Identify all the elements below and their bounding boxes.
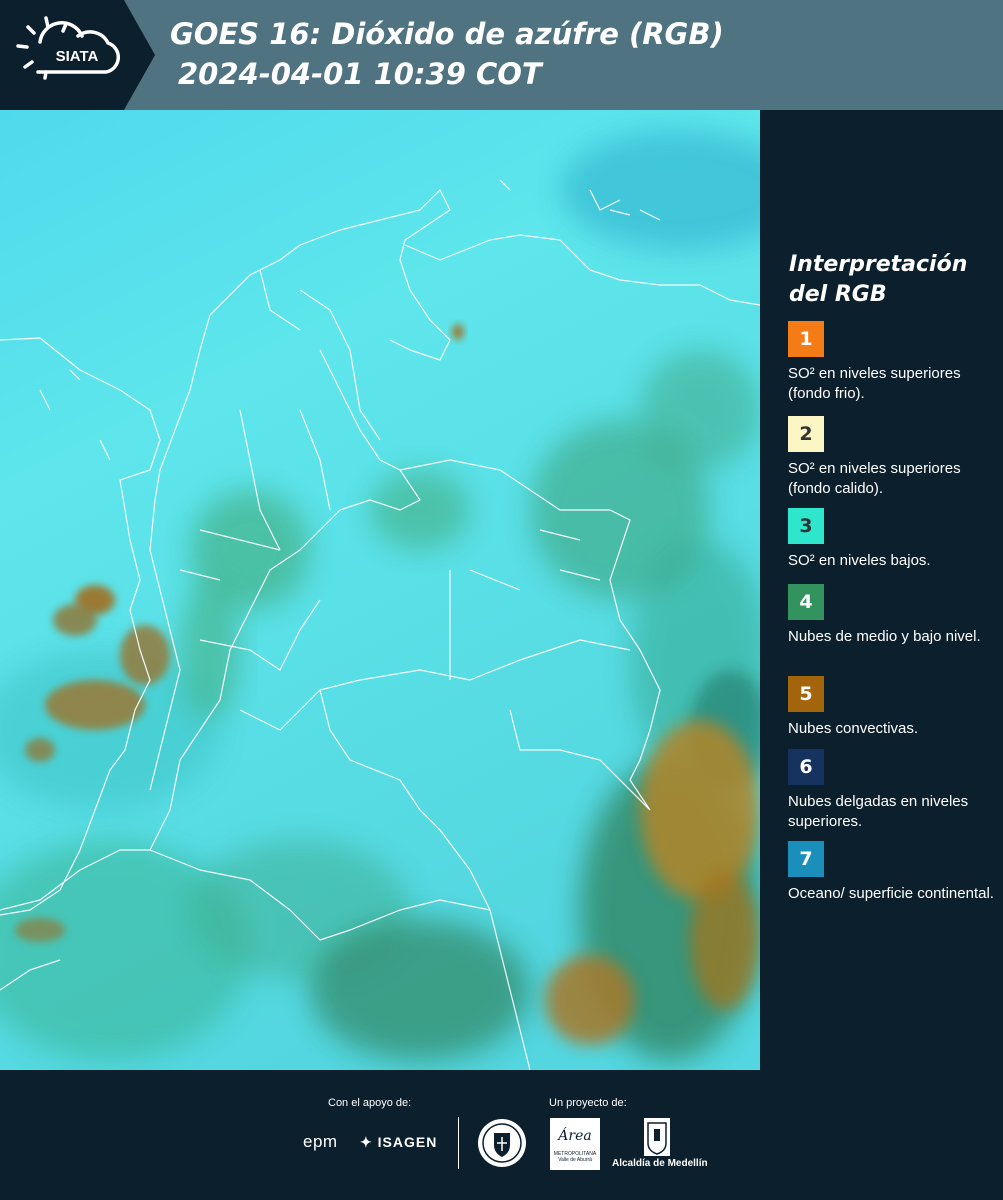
footer: Con el apoyo de: Un proyecto de: epm ✦ I… (0, 1070, 1003, 1200)
legend-item-1: 1 SO² en niveles superiores (fondo frio)… (788, 321, 998, 404)
isagen-icon: ✦ (360, 1134, 373, 1150)
legend-item-6: 6 Nubes delgadas en niveles superiores. (788, 749, 998, 832)
header: SIATA GOES 16: Dióxido de azúfre (RGB) 2… (0, 0, 1003, 110)
legend-label-4: Nubes de medio y bajo nivel. (788, 628, 981, 645)
legend-label-3: SO² en niveles bajos. (788, 552, 931, 569)
legend-title-line-2: del RGB (789, 282, 887, 307)
satellite-map[interactable] (0, 110, 760, 1070)
project-label: Un proyecto de: (549, 1097, 627, 1109)
epm-logo-text: epm (303, 1132, 338, 1151)
area-metropolitana-logo: Área METROPOLITANA Valle de Aburrá (550, 1118, 600, 1170)
isagen-logo-text: ISAGEN (377, 1134, 438, 1150)
area-logo-line-2: Valle de Aburrá (558, 1157, 592, 1163)
legend-title: Interpretación del RGB (789, 250, 967, 310)
siata-logo: SIATA (0, 0, 155, 110)
legend-label-7: Oceano/ superficie continental. (788, 885, 994, 902)
legend-swatch-2: 2 (788, 416, 824, 452)
isagen-logo: ✦ ISAGEN (360, 1134, 437, 1151)
legend-label-6: Nubes delgadas en niveles superiores. (788, 793, 969, 830)
legend-swatch-3: 3 (788, 508, 824, 544)
legend-label-2: SO² en niveles superiores (fondo calido)… (788, 460, 961, 497)
legend-swatch-4: 4 (788, 584, 824, 620)
legend-item-5: 5 Nubes convectivas. (788, 676, 998, 739)
legend-swatch-1: 1 (788, 321, 824, 357)
logo-text: SIATA (56, 48, 99, 65)
legend-title-line-1: Interpretación (789, 252, 968, 277)
legend-swatch-5: 5 (788, 676, 824, 712)
legend-item-4: 4 Nubes de medio y bajo nivel. (788, 584, 998, 647)
epm-logo: epm (303, 1132, 338, 1152)
title-line-1: GOES 16: Dióxido de azúfre (RGB) (170, 17, 724, 51)
legend-label-1: SO² en niveles superiores (fondo frio). (788, 365, 961, 402)
title-line-2: 2024-04-01 10:39 COT (178, 57, 542, 91)
footer-divider (458, 1117, 459, 1169)
medellin-crest-icon (644, 1118, 670, 1156)
area-logo-script: Área (558, 1128, 592, 1144)
legend-label-5: Nubes convectivas. (788, 720, 919, 737)
legend-swatch-7: 7 (788, 841, 824, 877)
legend-item-2: 2 SO² en niveles superiores (fondo calid… (788, 416, 998, 511)
legend-panel: Interpretación del RGB 1 SO² en niveles … (760, 110, 1003, 1070)
legend-swatch-6: 6 (788, 749, 824, 785)
seal-icon (478, 1119, 526, 1167)
support-label: Con el apoyo de: (328, 1097, 412, 1109)
legend-item-7: 7 Oceano/ superficie continental. (788, 841, 998, 904)
legend-item-3: 3 SO² en niveles bajos. (788, 508, 998, 571)
page-title: GOES 16: Dióxido de azúfre (RGB) 2024-04… (170, 14, 724, 94)
alcaldia-label: Alcaldía de Medellín (612, 1158, 708, 1169)
